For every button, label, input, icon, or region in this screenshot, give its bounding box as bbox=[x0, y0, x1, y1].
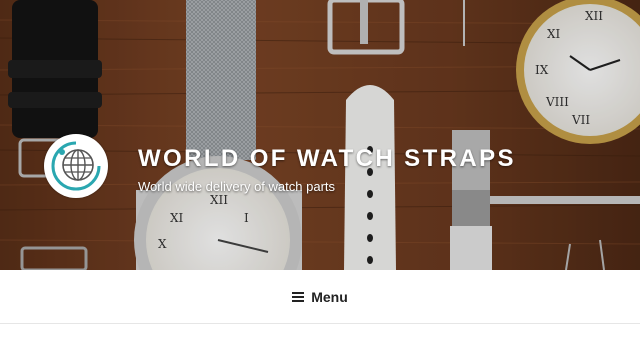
site-description: World wide delivery of watch parts bbox=[138, 179, 336, 194]
site-title[interactable]: WORLD OF WATCH STRAPS bbox=[138, 145, 516, 173]
hamburger-icon bbox=[292, 291, 305, 302]
menu-label: Menu bbox=[311, 288, 348, 305]
header-background-photo: XII XI I X XII XI IX VIII VII bbox=[0, 0, 640, 270]
page-content bbox=[0, 324, 640, 360]
globe-icon bbox=[51, 141, 101, 191]
main-navigation: Menu bbox=[0, 270, 640, 324]
site-header: XII XI I X XII XI IX VIII VII WORLD OF W… bbox=[0, 0, 640, 270]
menu-toggle-button[interactable]: Menu bbox=[292, 289, 348, 305]
site-logo[interactable] bbox=[44, 134, 108, 198]
